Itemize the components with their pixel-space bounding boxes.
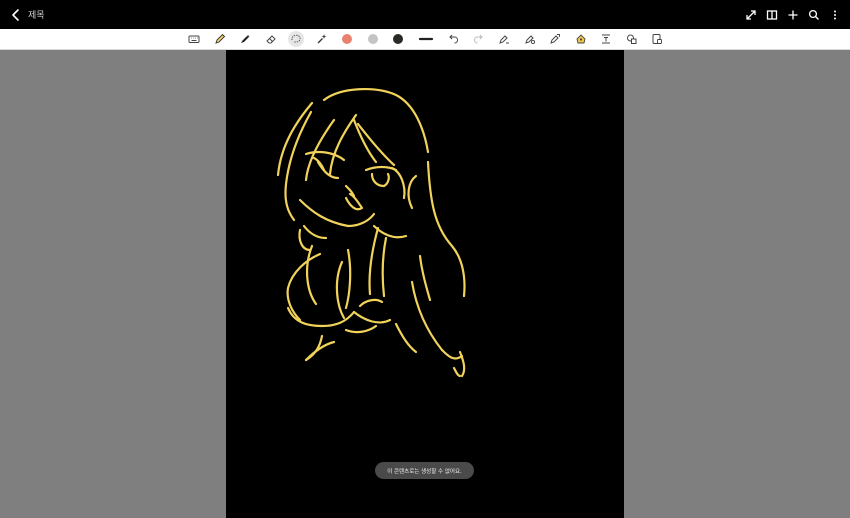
toast-message: 이 콘텐츠로는 생성할 수 없어요. xyxy=(375,462,474,479)
redo-button[interactable] xyxy=(471,31,487,47)
undo-button[interactable] xyxy=(445,31,461,47)
expand-button[interactable] xyxy=(742,6,760,24)
search-button[interactable] xyxy=(805,6,823,24)
color-swatch-gray[interactable] xyxy=(365,31,381,47)
eraser-icon xyxy=(265,35,276,44)
plus-icon xyxy=(788,10,798,19)
sketch-drawing xyxy=(276,88,466,378)
swatch-fill-gray xyxy=(367,34,378,44)
lasso-tool[interactable] xyxy=(288,31,304,47)
stamp-icon xyxy=(576,34,585,44)
top-app-bar: 제목 xyxy=(0,0,850,29)
pen-curve-icon xyxy=(499,35,509,44)
add-button[interactable] xyxy=(784,6,802,24)
top-actions xyxy=(742,4,844,25)
image-insert-tool[interactable] xyxy=(649,31,665,47)
highlighter-icon xyxy=(241,35,250,43)
color-swatch-salmon[interactable] xyxy=(339,31,355,47)
note-title[interactable]: 제목 xyxy=(28,8,45,21)
redo-icon xyxy=(473,34,483,44)
chevron-left-icon xyxy=(12,9,19,21)
stroke-width-icon xyxy=(418,37,433,41)
drawing-canvas[interactable] xyxy=(226,50,624,518)
shape-pen-tool[interactable] xyxy=(496,31,512,47)
swatch-fill-salmon xyxy=(342,34,352,44)
eraser-tool[interactable] xyxy=(263,31,279,47)
pen-icon xyxy=(214,33,225,44)
shapes-icon xyxy=(626,34,636,44)
toolbar-tools xyxy=(186,29,675,49)
stamp-tool[interactable] xyxy=(573,31,589,47)
back-button[interactable] xyxy=(6,5,26,25)
drawing-toolbar xyxy=(0,29,850,50)
book-icon xyxy=(766,9,778,20)
lasso-icon xyxy=(291,34,301,43)
pen-arrow-tool[interactable] xyxy=(547,31,563,47)
pen-circle-icon xyxy=(524,35,535,45)
ai-assist-tool[interactable] xyxy=(314,31,330,47)
sparkle-icon xyxy=(317,34,326,44)
search-icon xyxy=(808,9,819,20)
keyboard-icon xyxy=(188,35,200,43)
fill-pen-tool[interactable] xyxy=(522,31,538,47)
color-swatch-dark[interactable] xyxy=(390,31,406,47)
swatch-fill-dark xyxy=(393,34,403,44)
undo-icon xyxy=(449,34,459,44)
book-view-button[interactable] xyxy=(763,6,781,24)
more-options-button[interactable] xyxy=(826,6,844,24)
expand-icon xyxy=(746,9,756,20)
pen-tool[interactable] xyxy=(212,31,228,47)
image-lock-icon xyxy=(652,34,662,44)
highlighter-tool[interactable] xyxy=(237,31,253,47)
stroke-width-tool[interactable] xyxy=(416,31,436,47)
pen-arrow-icon xyxy=(550,34,560,44)
text-box-tool[interactable] xyxy=(598,31,614,47)
text-box-icon xyxy=(602,34,610,44)
more-vertical-icon xyxy=(834,10,836,19)
shapes-tool[interactable] xyxy=(624,31,640,47)
keyboard-tool[interactable] xyxy=(186,31,202,47)
